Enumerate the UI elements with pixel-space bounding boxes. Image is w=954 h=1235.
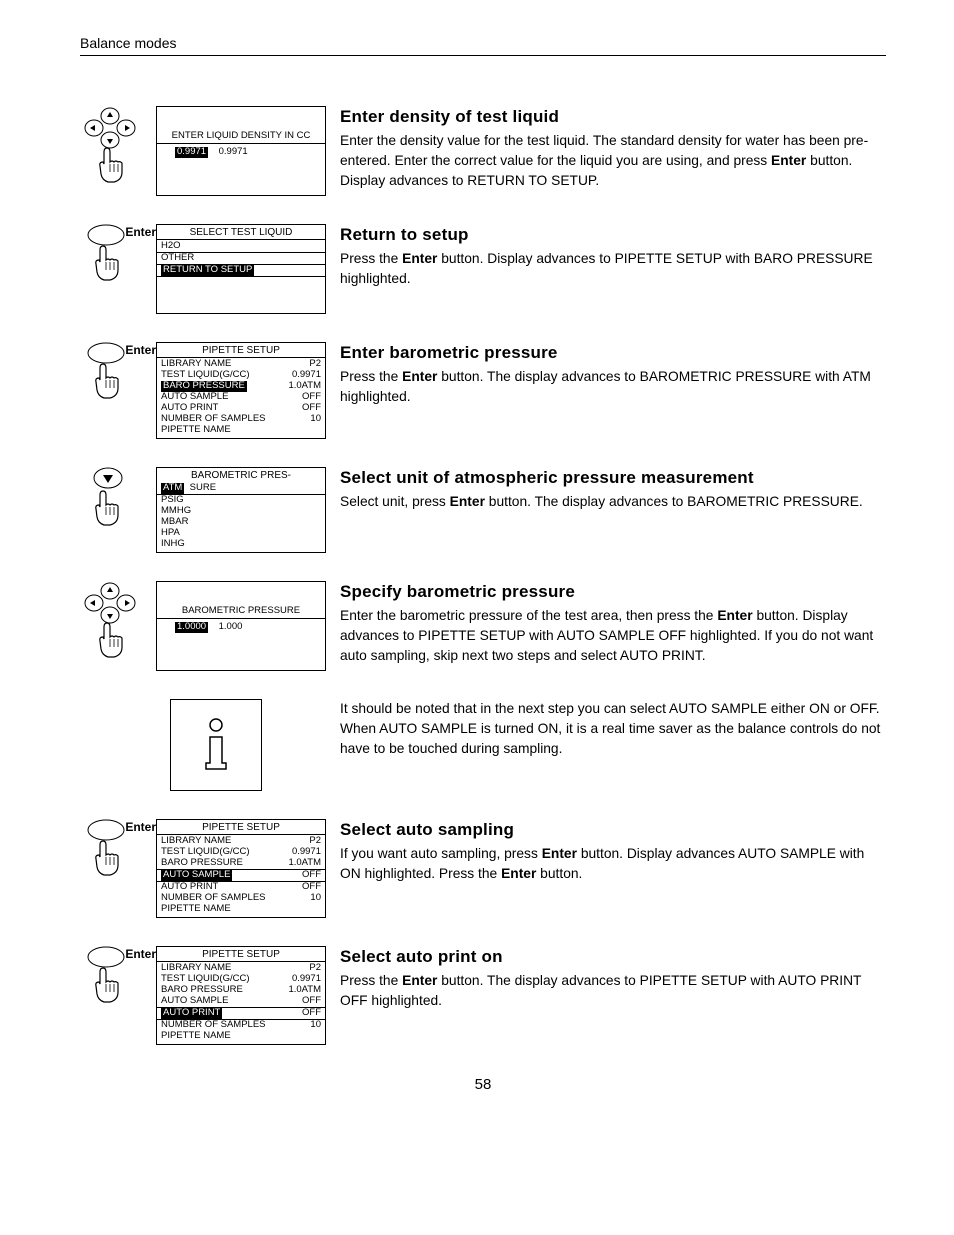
section-title: Enter barometric pressure bbox=[340, 342, 886, 365]
step-text: Enter barometric pressurePress the Enter… bbox=[340, 342, 886, 407]
lcd-display: PIPETTE SETUPLIBRARY NAMEP2TEST LIQUID(G… bbox=[156, 819, 326, 918]
step-visual: ENTER LIQUID DENSITY IN CC0.9971 0.9971 bbox=[80, 106, 340, 196]
enter-label: Enter bbox=[125, 819, 156, 835]
enter-label: Enter bbox=[125, 946, 156, 962]
section-body: Enter the density value for the test liq… bbox=[340, 131, 886, 191]
dpad-icon bbox=[80, 106, 150, 184]
instruction-step: ENTER LIQUID DENSITY IN CC0.9971 0.9971E… bbox=[80, 106, 886, 196]
dpad-icon bbox=[80, 581, 150, 659]
enter-label: Enter bbox=[125, 342, 156, 358]
lcd-display: PIPETTE SETUPLIBRARY NAMEP2TEST LIQUID(G… bbox=[156, 946, 326, 1045]
step-visual: EnterPIPETTE SETUPLIBRARY NAMEP2TEST LIQ… bbox=[80, 819, 340, 918]
step-text: Select auto print onPress the Enter butt… bbox=[340, 946, 886, 1011]
section-body: Enter the barometric pressure of the tes… bbox=[340, 606, 886, 666]
step-text: Specify barometric pressureEnter the bar… bbox=[340, 581, 886, 666]
instruction-step: EnterPIPETTE SETUPLIBRARY NAMEP2TEST LIQ… bbox=[80, 819, 886, 918]
instruction-step: EnterPIPETTE SETUPLIBRARY NAMEP2TEST LIQ… bbox=[80, 342, 886, 439]
enter-icon: Enter bbox=[80, 342, 150, 400]
step-text: Select unit of atmospheric pressure meas… bbox=[340, 467, 886, 512]
step-visual: EnterSELECT TEST LIQUIDH2OOTHERRETURN TO… bbox=[80, 224, 340, 314]
instruction-step: EnterPIPETTE SETUPLIBRARY NAMEP2TEST LIQ… bbox=[80, 946, 886, 1045]
lcd-display: PIPETTE SETUPLIBRARY NAMEP2TEST LIQUID(G… bbox=[156, 342, 326, 439]
lcd-display: ENTER LIQUID DENSITY IN CC0.9971 0.9971 bbox=[156, 106, 326, 196]
section-title: Return to setup bbox=[340, 224, 886, 247]
enter-icon: Enter bbox=[80, 946, 150, 1004]
instruction-step: BAROMETRIC PRESSURE1.0000 1.000Specify b… bbox=[80, 581, 886, 671]
step-visual: EnterPIPETTE SETUPLIBRARY NAMEP2TEST LIQ… bbox=[80, 342, 340, 439]
instruction-step: It should be noted that in the next step… bbox=[80, 699, 886, 791]
section-title: Enter density of test liquid bbox=[340, 106, 886, 129]
page-number: 58 bbox=[80, 1075, 886, 1095]
page-header: Balance modes bbox=[80, 34, 886, 56]
down-icon bbox=[80, 467, 150, 527]
step-text: Select auto samplingIf you want auto sam… bbox=[340, 819, 886, 884]
section-body: Select unit, press Enter button. The dis… bbox=[340, 492, 886, 512]
header-rule bbox=[80, 55, 886, 56]
lcd-display: BAROMETRIC PRESSURE1.0000 1.000 bbox=[156, 581, 326, 671]
enter-icon: Enter bbox=[80, 819, 150, 877]
section-body: Press the Enter button. The display adva… bbox=[340, 971, 886, 1011]
step-visual: EnterPIPETTE SETUPLIBRARY NAMEP2TEST LIQ… bbox=[80, 946, 340, 1045]
instruction-step: EnterSELECT TEST LIQUIDH2OOTHERRETURN TO… bbox=[80, 224, 886, 314]
enter-label: Enter bbox=[125, 224, 156, 240]
section-body: Press the Enter button. Display advances… bbox=[340, 249, 886, 289]
lcd-display: BAROMETRIC PRES-ATM SUREPSIGMMHGMBARHPAI… bbox=[156, 467, 326, 553]
section-title: Select auto sampling bbox=[340, 819, 886, 842]
step-visual: BAROMETRIC PRES-ATM SUREPSIGMMHGMBARHPAI… bbox=[80, 467, 340, 553]
header-title: Balance modes bbox=[80, 35, 177, 51]
enter-icon: Enter bbox=[80, 224, 150, 282]
section-body: If you want auto sampling, press Enter b… bbox=[340, 844, 886, 884]
section-title: Select auto print on bbox=[340, 946, 886, 969]
step-text: It should be noted that in the next step… bbox=[340, 699, 886, 759]
step-visual bbox=[80, 699, 340, 791]
step-visual: BAROMETRIC PRESSURE1.0000 1.000 bbox=[80, 581, 340, 671]
section-title: Specify barometric pressure bbox=[340, 581, 886, 604]
section-body: It should be noted that in the next step… bbox=[340, 699, 886, 759]
section-body: Press the Enter button. The display adva… bbox=[340, 367, 886, 407]
step-text: Enter density of test liquidEnter the de… bbox=[340, 106, 886, 191]
section-title: Select unit of atmospheric pressure meas… bbox=[340, 467, 886, 490]
instruction-step: BAROMETRIC PRES-ATM SUREPSIGMMHGMBARHPAI… bbox=[80, 467, 886, 553]
step-text: Return to setupPress the Enter button. D… bbox=[340, 224, 886, 289]
lcd-display: SELECT TEST LIQUIDH2OOTHERRETURN TO SETU… bbox=[156, 224, 326, 314]
